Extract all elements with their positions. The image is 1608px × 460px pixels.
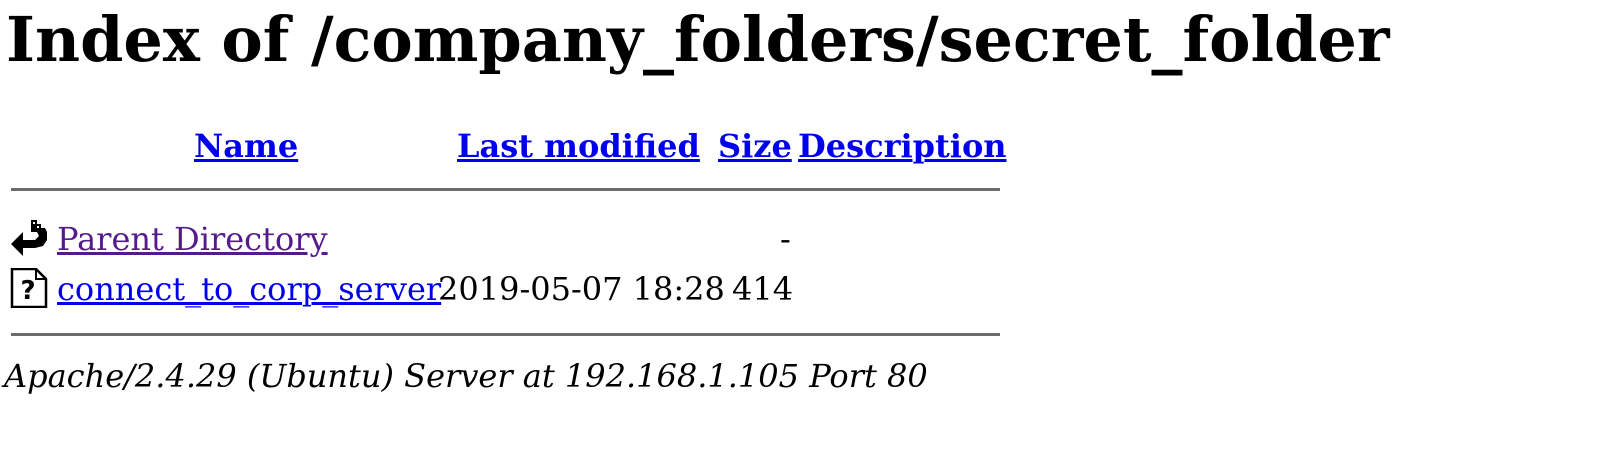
directory-listing-page: Index of /company_folders/secret_folder …	[0, 0, 1608, 460]
back-arrow-icon	[11, 220, 47, 256]
size-cell: -	[780, 220, 791, 258]
file-link-connect-to-corp-server[interactable]: connect_to_corp_server	[57, 269, 441, 309]
sort-by-description-link[interactable]: Description	[798, 126, 1007, 166]
footer-divider	[11, 333, 1000, 336]
sort-by-size-link[interactable]: Size	[718, 126, 792, 166]
header-divider	[11, 188, 1000, 191]
last-modified-cell: 2019-05-07 18:28	[438, 270, 725, 308]
size-cell: 414	[732, 270, 794, 308]
unknown-file-icon: ?	[10, 268, 48, 308]
svg-text:?: ?	[20, 276, 35, 306]
sort-by-name-link[interactable]: Name	[194, 126, 298, 166]
server-signature: Apache/2.4.29 (Ubuntu) Server at 192.168…	[4, 357, 928, 395]
parent-directory-link[interactable]: Parent Directory	[57, 219, 328, 259]
page-title: Index of /company_folders/secret_folder	[6, 3, 1390, 76]
sort-by-last-modified-link[interactable]: Last modified	[457, 126, 700, 166]
